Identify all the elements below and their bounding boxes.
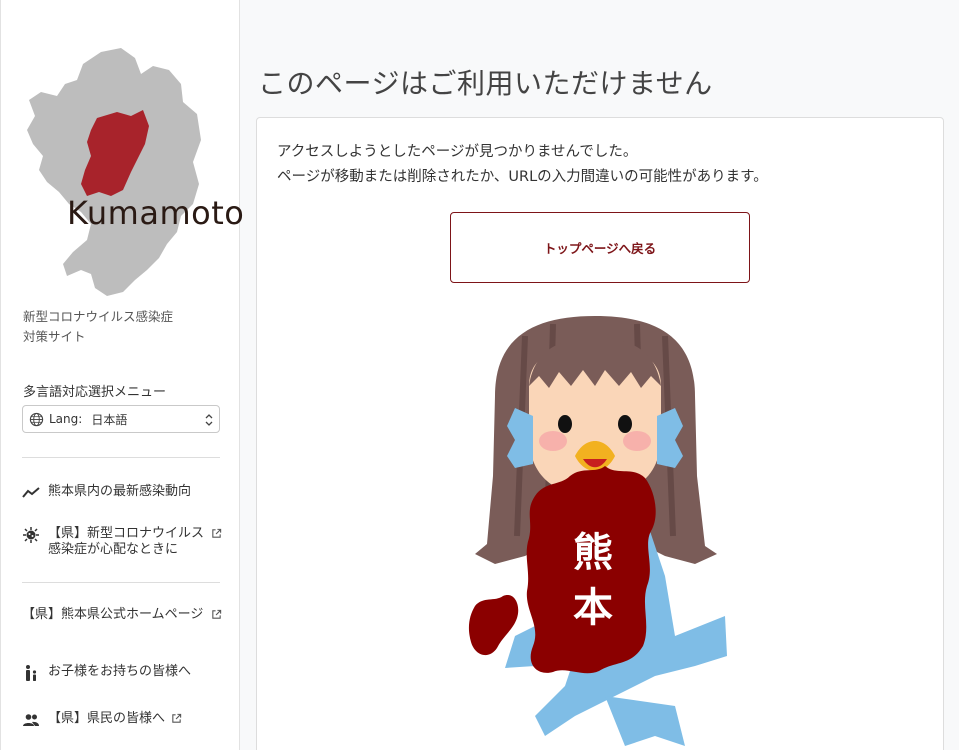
page-title: このページはご利用いただけません <box>258 67 713 100</box>
sidebar-divider <box>22 457 220 458</box>
sidebar-item-label: 【県】新型コロナウイルス感染症が心配なときに <box>48 526 205 557</box>
language-menu-heading: 多言語対応選択メニュー <box>23 385 167 400</box>
sidebar-item-label: 熊本県内の最新感染動向 <box>48 484 192 499</box>
sidebar-item-families[interactable]: お子様をお持ちの皆様へ <box>22 664 222 682</box>
language-select[interactable]: Lang: 日本語 <box>22 405 220 433</box>
logo-text: Kumamoto <box>67 194 245 232</box>
amabie-illustration: 熊 本 <box>468 316 727 746</box>
sidebar-item-residents[interactable]: 【県】県民の皆様へ <box>22 711 222 729</box>
kumamoto-logo[interactable]: Kumamoto <box>21 44 244 300</box>
parent-child-icon <box>26 665 37 681</box>
back-to-top-button[interactable]: トップページへ戻る <box>450 212 750 283</box>
site-title-line1: 新型コロナウイルス感染症 <box>23 309 174 324</box>
site-title-line2: 対策サイト <box>23 329 86 344</box>
error-card: アクセスしようとしたページが見つかりませんでした。 ページが移動または削除された… <box>256 117 944 750</box>
sidebar-item-latest-trends[interactable]: 熊本県内の最新感染動向 <box>22 484 222 502</box>
external-link-icon <box>212 609 222 619</box>
sidebar: Kumamoto 新型コロナウイルス感染症 対策サイト 多言語対応選択メニュー … <box>0 0 244 750</box>
kyushu-map-icon <box>27 48 201 296</box>
illustration-text-2: 本 <box>573 585 613 631</box>
people-icon <box>23 714 39 726</box>
globe-icon <box>29 412 44 426</box>
error-message: アクセスしようとしたページが見つかりませんでした。 ページが移動または削除された… <box>277 140 768 190</box>
external-link-icon <box>212 528 222 538</box>
trend-icon <box>22 487 40 498</box>
sidebar-item-worried[interactable]: 【県】新型コロナウイルス感染症が心配なときに <box>22 526 222 558</box>
sidebar-item-label: お子様をお持ちの皆様へ <box>48 664 192 679</box>
error-message-line1: アクセスしようとしたページが見つかりませんでした。 <box>277 144 638 160</box>
illustration-text-1: 熊 <box>573 530 613 576</box>
chevron-updown-icon <box>205 414 213 426</box>
site-title: 新型コロナウイルス感染症 対策サイト <box>23 307 213 347</box>
external-link-icon <box>172 713 182 723</box>
sidebar-item-label: 【県】熊本県公式ホームページ <box>22 607 204 622</box>
lang-label: Lang: <box>49 412 83 426</box>
sidebar-item-label: 【県】県民の皆様へ <box>48 711 166 726</box>
virus-icon <box>23 527 39 543</box>
error-message-line2: ページが移動または削除されたか、URLの入力間違いの可能性があります。 <box>277 169 768 185</box>
sidebar-item-official-homepage[interactable]: 【県】熊本県公式ホームページ <box>22 607 222 623</box>
lang-value: 日本語 <box>91 412 128 427</box>
sidebar-divider <box>22 582 220 583</box>
